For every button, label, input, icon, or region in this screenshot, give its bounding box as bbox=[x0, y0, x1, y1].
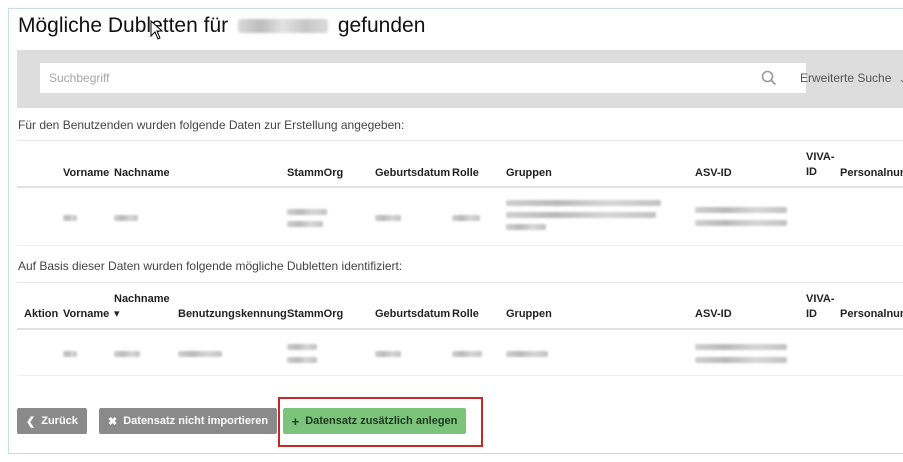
col-nachname[interactable]: Nachname ▾ bbox=[114, 292, 170, 322]
redacted-cell bbox=[287, 221, 323, 227]
table-row bbox=[17, 190, 903, 246]
col-gruppen[interactable]: Gruppen bbox=[506, 307, 552, 322]
back-button-label: Zurück bbox=[41, 415, 78, 427]
redacted-cell bbox=[452, 351, 482, 357]
redacted-cell bbox=[695, 357, 787, 363]
redacted-cell bbox=[695, 220, 787, 226]
page-title-suffix: gefunden bbox=[337, 14, 426, 37]
col-nachname-label: Nachname bbox=[114, 293, 170, 305]
redacted-cell bbox=[114, 351, 140, 357]
highlight-box bbox=[278, 397, 483, 447]
col-geburtsdatum[interactable]: Geburtsdatum bbox=[375, 166, 450, 181]
section1-text: Für den Benutzenden wurden folgende Date… bbox=[18, 118, 405, 132]
redacted-cell bbox=[506, 351, 548, 357]
redacted-cell bbox=[506, 224, 546, 230]
sort-arrow-icon: ▾ bbox=[114, 308, 120, 320]
mouse-cursor-icon bbox=[150, 20, 164, 40]
col-rolle[interactable]: Rolle bbox=[452, 307, 479, 322]
col-vorname[interactable]: Vorname bbox=[63, 166, 109, 181]
redacted-cell bbox=[695, 207, 787, 213]
col-stammorg[interactable]: StammOrg bbox=[287, 307, 343, 322]
col-nachname[interactable]: Nachname bbox=[114, 166, 170, 181]
page-title-prefix: Mögliche Dubletten für bbox=[18, 14, 229, 37]
advanced-search-toggle[interactable]: Erweiterte Suche ⌄ bbox=[800, 71, 903, 85]
page-title: Mögliche Dubletten für gefunden bbox=[18, 14, 425, 38]
section2-text: Auf Basis dieser Daten wurden folgende m… bbox=[18, 259, 403, 273]
skip-import-button[interactable]: ✖ Datensatz nicht importieren bbox=[99, 408, 278, 434]
col-stammorg[interactable]: StammOrg bbox=[287, 166, 343, 181]
col-aktion: Aktion bbox=[24, 308, 59, 320]
col-viva-id-line2: ID bbox=[806, 166, 817, 178]
back-button[interactable]: ❮ Zurück bbox=[17, 408, 87, 434]
redacted-cell bbox=[452, 215, 480, 221]
table1-header: Vorname Nachname StammOrg Geburtsdatum R… bbox=[17, 140, 903, 188]
table2-header: Aktion Vorname Nachname ▾ Benutzungskenn… bbox=[17, 282, 903, 330]
chevron-down-icon: ⌄ bbox=[898, 74, 903, 84]
redacted-cell bbox=[63, 215, 77, 221]
redacted-cell bbox=[375, 351, 401, 357]
advanced-search-label: Erweiterte Suche bbox=[800, 71, 892, 85]
col-asvid[interactable]: ASV-ID bbox=[695, 166, 732, 181]
search-toolbar: Erweiterte Suche ⌄ bbox=[17, 50, 903, 108]
col-viva-id-line2: ID bbox=[806, 308, 817, 320]
redacted-cell bbox=[506, 212, 656, 218]
chevron-left-icon: ❮ bbox=[26, 415, 36, 428]
col-geburtsdatum[interactable]: Geburtsdatum bbox=[375, 307, 450, 322]
redacted-cell bbox=[375, 215, 401, 221]
redacted-cell bbox=[695, 344, 787, 350]
redacted-cell bbox=[178, 351, 222, 357]
redacted-cell bbox=[287, 209, 327, 215]
redacted-name bbox=[237, 19, 328, 34]
redacted-cell bbox=[114, 215, 138, 221]
col-viva-id-line1: VIVA- bbox=[806, 151, 835, 163]
col-rolle[interactable]: Rolle bbox=[452, 166, 479, 181]
search-icon[interactable] bbox=[761, 70, 777, 86]
col-benutzungskennung[interactable]: Benutzungskennung bbox=[178, 307, 287, 322]
col-viva-id[interactable]: VIVA- ID bbox=[806, 292, 835, 322]
col-vorname[interactable]: Vorname bbox=[63, 307, 109, 322]
skip-import-button-label: Datensatz nicht importieren bbox=[123, 415, 269, 427]
col-personalnum[interactable]: Personalnum bbox=[840, 307, 903, 322]
col-asvid[interactable]: ASV-ID bbox=[695, 307, 732, 322]
redacted-cell bbox=[287, 344, 317, 350]
redacted-cell bbox=[287, 357, 317, 363]
col-personalnum[interactable]: Personalnum bbox=[840, 166, 903, 181]
table-row[interactable] bbox=[17, 332, 903, 376]
redacted-cell bbox=[63, 351, 77, 357]
close-icon: ✖ bbox=[108, 415, 118, 428]
redacted-cell bbox=[506, 200, 661, 206]
search-input[interactable] bbox=[40, 63, 806, 93]
col-viva-id[interactable]: VIVA- ID bbox=[806, 150, 835, 180]
col-viva-id-line1: VIVA- bbox=[806, 293, 835, 305]
col-gruppen[interactable]: Gruppen bbox=[506, 166, 552, 181]
